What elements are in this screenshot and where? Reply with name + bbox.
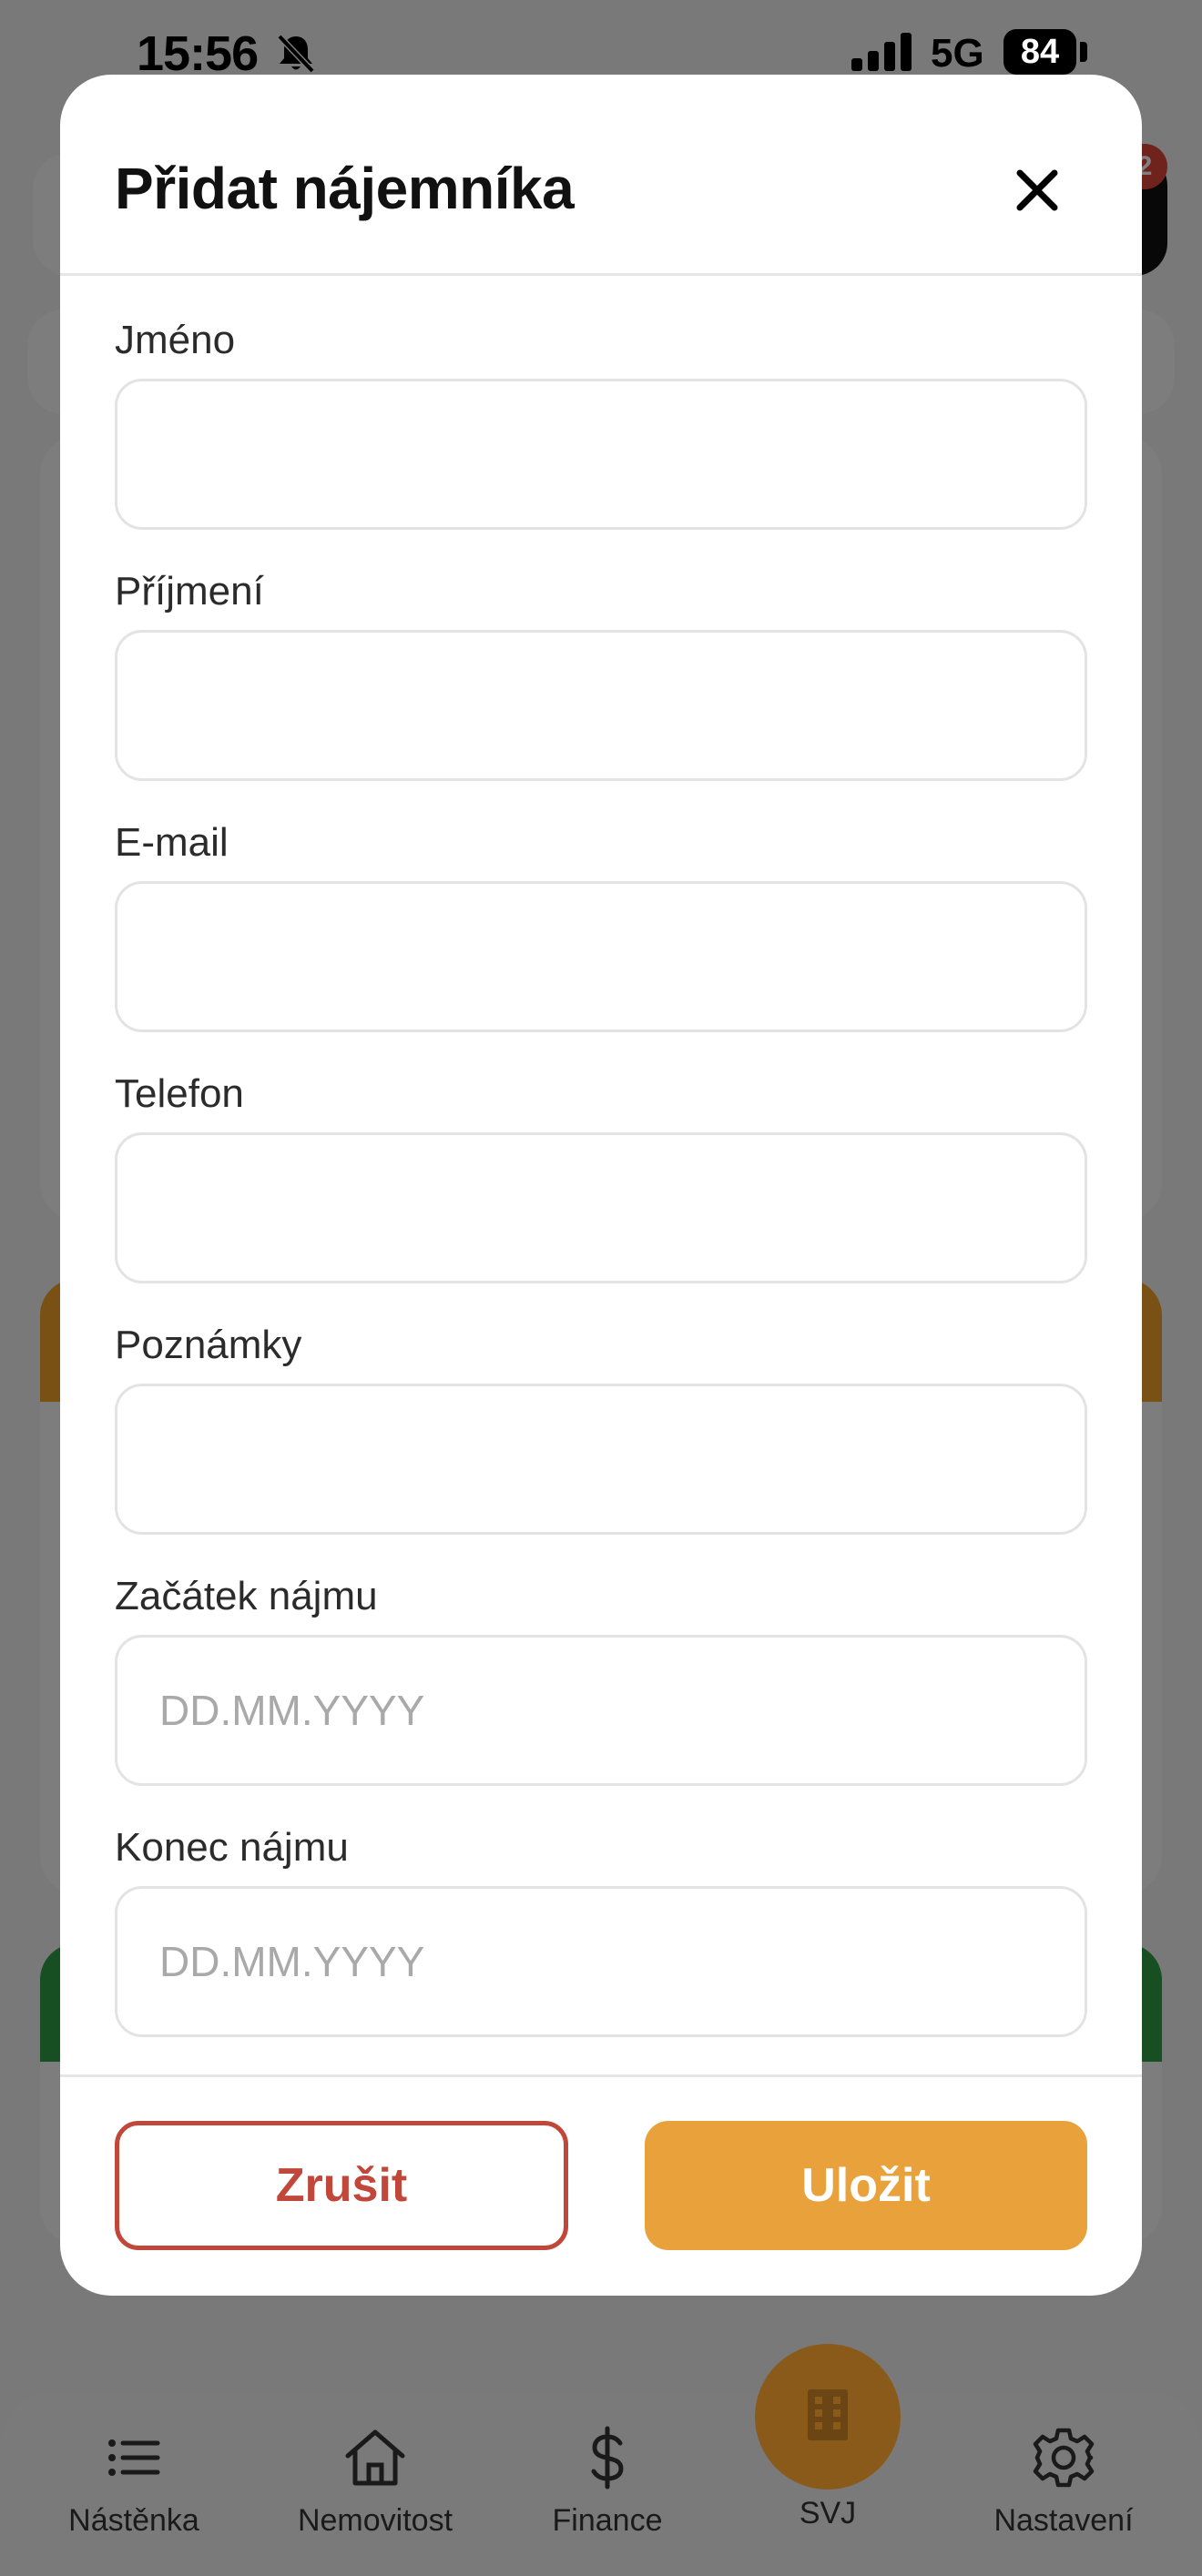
tab-label: Nemovitost (297, 2503, 453, 2538)
tab-property[interactable]: Nemovitost (275, 2421, 475, 2539)
status-time: 15:56 (137, 26, 259, 81)
save-button[interactable]: Uložit (645, 2121, 1087, 2250)
close-icon (1016, 169, 1058, 211)
network-type: 5G (931, 31, 984, 76)
first-name-input[interactable] (115, 379, 1087, 530)
battery-icon: 84 (1003, 29, 1076, 75)
field-lease-start: Začátek nájmu (115, 1569, 1087, 1786)
field-email: E-mail (115, 816, 1087, 1032)
modal-title: Přidat nájemníka (115, 156, 575, 221)
email-input[interactable] (115, 881, 1087, 1032)
list-icon (108, 2439, 160, 2476)
house-icon (345, 2429, 405, 2486)
cancel-button[interactable]: Zrušit (115, 2121, 568, 2250)
email-label: E-mail (115, 820, 229, 865)
lease-start-label: Začátek nájmu (115, 1574, 378, 1618)
bell-muted-icon (277, 34, 315, 74)
signal-icon (851, 33, 912, 71)
field-first-name: Jméno (115, 313, 1087, 530)
notes-label: Poznámky (115, 1323, 302, 1367)
field-notes: Poznámky (115, 1318, 1087, 1535)
dollar-icon (591, 2426, 624, 2490)
add-tenant-modal: Přidat nájemníka Jméno Příjmení E-mail T… (60, 75, 1142, 2296)
tab-dashboard[interactable]: Nástěnka (34, 2421, 234, 2539)
tab-svj[interactable] (755, 2344, 901, 2490)
field-last-name: Příjmení (115, 564, 1087, 781)
last-name-label: Příjmení (115, 569, 264, 614)
tab-label: Finance (552, 2503, 663, 2538)
lease-start-input[interactable] (115, 1635, 1087, 1786)
field-phone: Telefon (115, 1067, 1087, 1283)
lease-end-input[interactable] (115, 1886, 1087, 2037)
building-icon (808, 2389, 848, 2440)
phone-label: Telefon (115, 1071, 244, 1116)
first-name-label: Jméno (115, 318, 236, 362)
battery-tip (1080, 42, 1087, 62)
modal-header: Přidat nájemníka (60, 75, 1142, 276)
phone-input[interactable] (115, 1132, 1087, 1283)
tab-settings[interactable]: Nastavení (963, 2421, 1164, 2539)
close-button[interactable] (1005, 158, 1069, 222)
tab-label: Nástěnka (68, 2503, 199, 2538)
tab-finance[interactable]: Finance (507, 2421, 708, 2539)
last-name-input[interactable] (115, 630, 1087, 781)
notes-input[interactable] (115, 1384, 1087, 1535)
gear-icon (1033, 2428, 1095, 2488)
tab-label: SVJ (799, 2496, 857, 2530)
tab-label: Nastavení (993, 2503, 1134, 2538)
lease-end-label: Konec nájmu (115, 1825, 349, 1870)
footer-divider (60, 2074, 1142, 2077)
field-lease-end: Konec nájmu (115, 1820, 1087, 2037)
